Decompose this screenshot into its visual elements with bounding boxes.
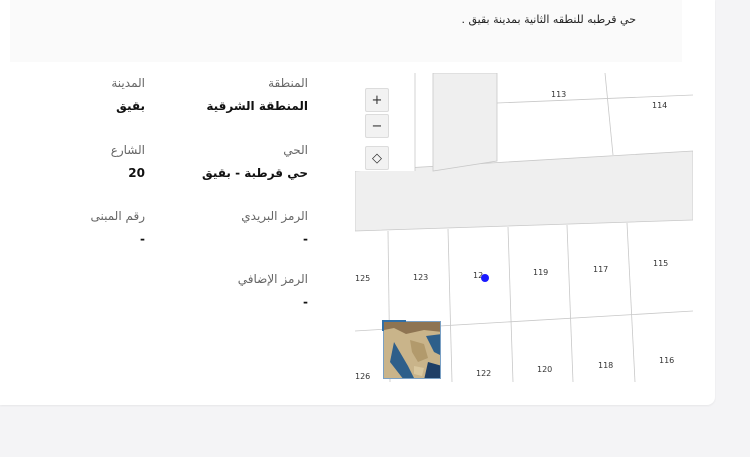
parcel-label: 113 bbox=[551, 90, 566, 99]
parcel-label: 120 bbox=[537, 365, 552, 374]
parcel-label: 125 bbox=[355, 274, 370, 283]
street-label: الشارع bbox=[110, 143, 145, 157]
parcel-label: 115 bbox=[653, 259, 668, 268]
district-label: الحي bbox=[283, 143, 308, 157]
street-value: 20 bbox=[128, 166, 145, 180]
parcel-label: 117 bbox=[593, 265, 608, 274]
side-road bbox=[432, 73, 498, 172]
city-field: المدينة بقيق bbox=[111, 76, 145, 113]
description-text: حي قرطبه للنطقه الثانية بمدينة بقيق . bbox=[461, 13, 637, 26]
additional-code-label: الرمز الإضافي bbox=[237, 272, 308, 286]
parcel-label: 119 bbox=[533, 268, 548, 277]
district-value: حي قرطبة - بقيق bbox=[202, 166, 308, 180]
region-field: المنطقة المنطقة الشرقية bbox=[206, 76, 308, 113]
district-field: الحي حي قرطبة - بقيق bbox=[202, 143, 308, 180]
city-label: المدينة bbox=[111, 76, 145, 90]
parcel-map[interactable]: 113 114 125 123 12 119 117 115 126 122 1… bbox=[355, 73, 693, 382]
postal-code-label: الرمز البريدي bbox=[241, 209, 308, 223]
building-number-value: - bbox=[140, 232, 145, 246]
parcel-label: 116 bbox=[659, 356, 674, 365]
street-field: الشارع 20 bbox=[111, 143, 145, 180]
parcel-label: 126 bbox=[355, 372, 370, 381]
region-label: المنطقة bbox=[268, 76, 308, 90]
additional-code-field: الرمز الإضافي - bbox=[238, 272, 308, 309]
postal-code-field: الرمز البريدي - bbox=[241, 209, 308, 246]
locate-button[interactable]: ◇ bbox=[365, 146, 389, 170]
parcel-label: 122 bbox=[476, 369, 491, 378]
city-value: بقيق bbox=[116, 99, 145, 113]
additional-code-value: - bbox=[303, 295, 308, 309]
building-number-field: رقم المبنى - bbox=[90, 209, 145, 246]
region-value: المنطقة الشرقية bbox=[206, 99, 308, 113]
parcel-label: 118 bbox=[598, 361, 613, 370]
parcel-label: 123 bbox=[413, 273, 428, 282]
zoom-in-button[interactable]: + bbox=[365, 88, 389, 112]
postal-code-value: - bbox=[303, 232, 308, 246]
property-details-card: حي قرطبه للنطقه الثانية بمدينة بقيق . ال… bbox=[0, 0, 715, 405]
description-box: حي قرطبه للنطقه الثانية بمدينة بقيق . bbox=[10, 0, 682, 62]
building-number-label: رقم المبنى bbox=[90, 209, 145, 223]
zoom-out-button[interactable]: − bbox=[365, 114, 389, 138]
overview-toggle[interactable] bbox=[382, 320, 406, 331]
location-marker bbox=[481, 274, 489, 282]
parcel-label: 114 bbox=[652, 101, 667, 110]
